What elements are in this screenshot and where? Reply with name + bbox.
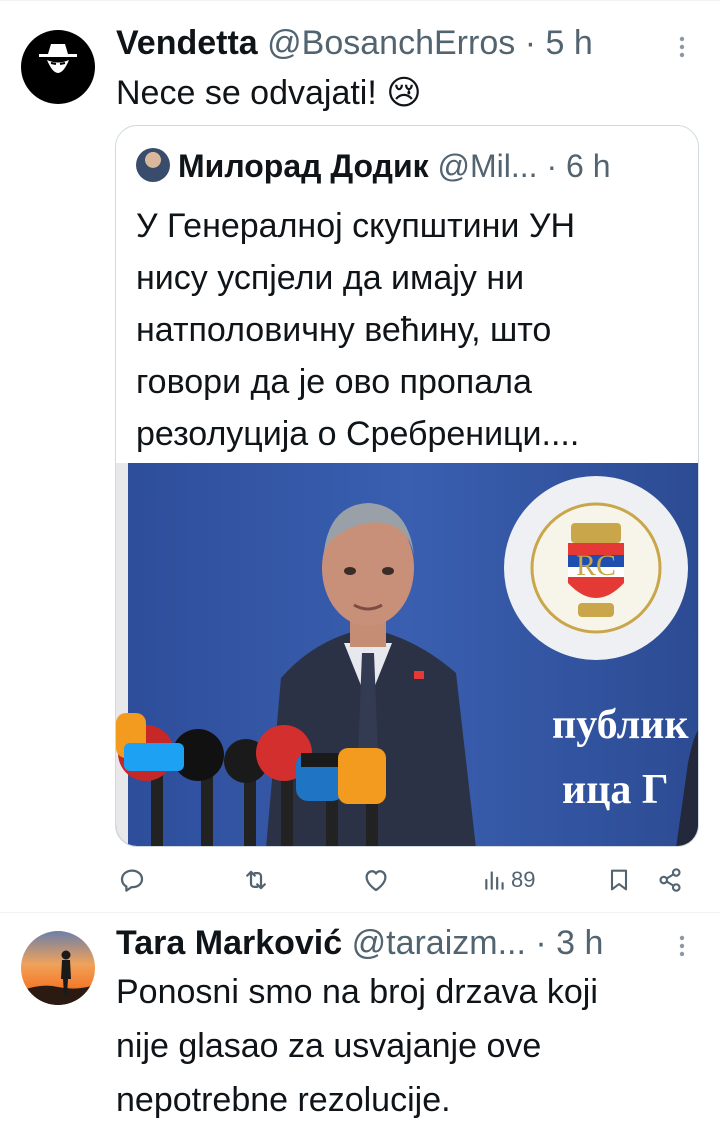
quote-avatar[interactable] (136, 148, 170, 182)
quote-timestamp: 6 h (566, 148, 611, 184)
tweet-header: Tara Marković @taraizm... · 3 h (116, 923, 603, 963)
author-handle[interactable]: @taraizm... (352, 924, 526, 962)
share-icon (659, 868, 681, 892)
sign-text-line2: ица Г (562, 767, 669, 813)
tweet-text: Ponosni smo na broj drzava koji nije gla… (116, 965, 598, 1122)
reply-button[interactable] (117, 862, 147, 898)
mask-avatar-icon (39, 44, 77, 76)
quote-header: Милорад Додик @Mil... · 6 h (136, 146, 610, 186)
like-button[interactable] (361, 862, 391, 898)
bookmark-button[interactable] (605, 862, 633, 898)
emblem: RC (504, 476, 688, 660)
tweet-text: Nece se odvajati! 😢 (116, 74, 422, 112)
sunset-avatar-icon (21, 931, 95, 1005)
quote-line: натполовичну већину, што (136, 311, 552, 349)
tweet-line: nije glasao za usvajanje ove (116, 1027, 542, 1065)
tweet-tara[interactable]: Tara Marković @taraizm... · 3 h Ponosni … (0, 913, 720, 1122)
quote-line: нису успјели да имају ни (136, 259, 525, 297)
timestamp[interactable]: 5 h (545, 24, 592, 62)
author-name[interactable]: Tara Marković (116, 924, 342, 962)
separator-dot: · (535, 924, 547, 962)
timestamp[interactable]: 3 h (556, 924, 603, 962)
tweet-actions: 89 (115, 862, 705, 902)
separator-dot: · (524, 24, 537, 62)
retweet-button[interactable] (240, 862, 272, 898)
quote-line: говори да је ово пропала (136, 363, 532, 401)
svg-text:RC: RC (576, 549, 616, 582)
avatar[interactable] (21, 30, 95, 104)
author-handle[interactable]: @BosanchErros (267, 24, 515, 62)
tweet-line: nepotrebne rezolucije. (116, 1081, 451, 1119)
tweet-line: Ponosni smo na broj drzava koji (116, 973, 598, 1011)
more-icon[interactable] (677, 36, 687, 58)
sign-text-line1: публик (552, 702, 689, 748)
quote-author-handle: @Mil... (437, 148, 538, 184)
quote-line: У Генералној скупштини УН (136, 207, 575, 245)
retweet-icon (246, 870, 266, 890)
tweet-vendetta[interactable]: Vendetta @BosanchErros · 5 h Nece se odv… (0, 0, 720, 912)
author-name[interactable]: Vendetta (116, 24, 258, 62)
separator-dot: · (546, 148, 558, 184)
views-count: 89 (511, 867, 536, 892)
share-button[interactable] (655, 862, 685, 898)
quote-text: У Генералној скупштини УН нису успјели д… (136, 200, 676, 460)
press-conference-photo[interactable]: RC публик ица Г (116, 463, 699, 847)
views-icon (485, 871, 504, 890)
bookmark-icon (610, 869, 628, 891)
quote-author-name[interactable]: Милорад Додик (178, 148, 429, 184)
tweet-header: Vendetta @BosanchErros · 5 h (116, 23, 593, 63)
like-icon (365, 870, 387, 892)
avatar[interactable] (21, 931, 95, 1005)
more-icon[interactable] (677, 935, 687, 957)
views-button[interactable]: 89 (482, 862, 535, 898)
quoted-tweet[interactable]: Милорад Додик @Mil... · 6 h У Генералној… (115, 125, 699, 847)
quote-line: резолуција о Сребреници.... (136, 415, 580, 453)
reply-icon (120, 869, 144, 892)
